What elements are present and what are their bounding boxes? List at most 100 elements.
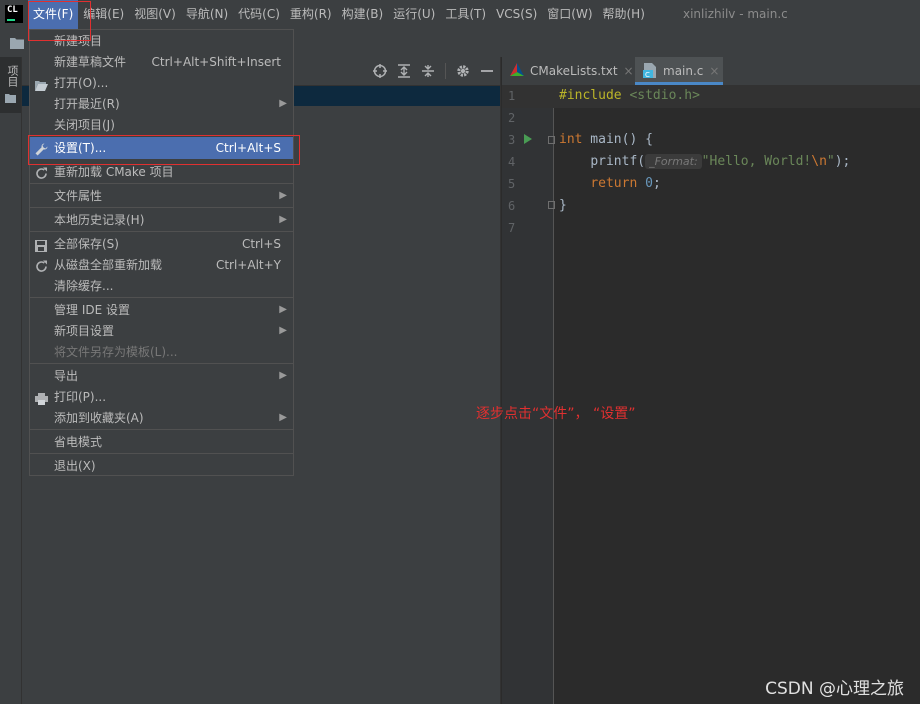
chevron-right-icon: ▶ [279, 412, 287, 423]
menu-item-label: 清除缓存... [54, 279, 114, 293]
menu-tools[interactable]: 工具(T) [440, 0, 491, 29]
gear-icon[interactable] [456, 64, 470, 78]
code-line-6: } [559, 198, 567, 213]
menu-item-new-project-settings[interactable]: 新项目设置 ▶ [30, 320, 293, 342]
menu-item-label: 文件属性 [54, 189, 103, 203]
menu-item-label: 管理 IDE 设置 [54, 303, 130, 317]
code-line-5: return 0; [590, 176, 661, 191]
menu-code[interactable]: 代码(C) [233, 0, 285, 29]
chevron-right-icon: ▶ [279, 214, 287, 225]
locate-icon[interactable] [373, 64, 387, 78]
line-number: 6 [508, 199, 516, 213]
menu-view[interactable]: 视图(V) [129, 0, 181, 29]
chevron-right-icon: ▶ [279, 325, 287, 336]
menu-window[interactable]: 窗口(W) [542, 0, 597, 29]
menu-item-manage-ide-settings[interactable]: 管理 IDE 设置 ▶ [30, 299, 293, 321]
menu-item-label: 从磁盘全部重新加载 [54, 258, 163, 272]
run-gutter-icon[interactable] [524, 134, 532, 144]
close-icon[interactable]: × [709, 64, 719, 78]
menu-item-new-scratch-file[interactable]: 新建草稿文件 Ctrl+Alt+Shift+Insert [30, 51, 293, 73]
menu-item-save-file-as-template: 将文件另存为模板(L)... [30, 341, 293, 363]
line-number: 7 [508, 221, 516, 235]
svg-text:C: C [645, 71, 650, 78]
collapse-all-icon[interactable] [421, 64, 435, 78]
menu-item-open[interactable]: 打开(O)... [30, 72, 293, 94]
code-line-3: int main() { [559, 132, 653, 147]
menu-separator [30, 363, 293, 364]
menu-item-label: 添加到收藏夹(A) [54, 411, 144, 425]
file-menu-dropdown: 新建项目 新建草稿文件 Ctrl+Alt+Shift+Insert 打开(O)... 打… [29, 29, 294, 476]
instruction-annotation: 逐步点击“文件”， “设置” [476, 406, 636, 422]
line-number: 5 [508, 177, 516, 191]
menu-separator [30, 231, 293, 232]
code-line-4: printf(_Format: "Hello, World!\n"); [590, 154, 851, 169]
menu-separator [30, 297, 293, 298]
menu-help[interactable]: 帮助(H) [598, 0, 650, 29]
menu-items: 文件(F) 编辑(E) 视图(V) 导航(N) 代码(C) 重构(R) 构建(B) 运行(U)… [28, 0, 650, 29]
menu-item-exit[interactable]: 退出(X) [30, 455, 293, 477]
menu-run[interactable]: 运行(U) [388, 0, 440, 29]
fold-marker-icon[interactable] [548, 136, 555, 144]
menu-item-close-project[interactable]: 关闭项目(J) [30, 114, 293, 136]
editor-tabs: CMakeLists.txt × C main.c × [502, 57, 920, 86]
fold-marker-icon[interactable] [548, 201, 555, 209]
highlight-box-file-menu [28, 1, 91, 41]
menu-item-open-recent[interactable]: 打开最近(R) ▶ [30, 93, 293, 115]
menu-build[interactable]: 构建(B) [337, 0, 389, 29]
menu-item-label: 关闭项目(J) [54, 118, 115, 132]
menu-item-label: 新项目设置 [54, 324, 115, 338]
tab-main-c-label: main.c [663, 64, 704, 78]
menu-item-label: 打开(O)... [54, 76, 109, 90]
tool-window-strip: 项目 [0, 57, 22, 704]
reload-icon [35, 165, 48, 187]
menu-item-add-to-favorites[interactable]: 添加到收藏夹(A) ▶ [30, 407, 293, 429]
chevron-right-icon: ▶ [279, 370, 287, 381]
menu-item-label: 打开最近(R) [54, 97, 120, 111]
tab-main-c[interactable]: C main.c × [635, 57, 723, 85]
menu-item-label: 退出(X) [54, 459, 96, 473]
tab-cmakelists-label: CMakeLists.txt [530, 64, 618, 78]
menu-item-label: 导出 [54, 369, 79, 383]
minimize-icon[interactable] [480, 64, 494, 78]
menu-separator [30, 429, 293, 430]
menu-item-file-properties[interactable]: 文件属性 ▶ [30, 185, 293, 207]
expand-all-icon[interactable] [397, 64, 411, 78]
menu-item-save-all[interactable]: 全部保存(S) Ctrl+S [30, 233, 293, 255]
menu-item-label: 全部保存(S) [54, 237, 119, 251]
close-icon[interactable]: × [624, 64, 634, 78]
menu-separator [30, 183, 293, 184]
watermark: CSDN @心理之旅 [765, 679, 904, 699]
menu-item-label: 打印(P)... [54, 390, 107, 404]
menu-item-shortcut: Ctrl+S [241, 237, 281, 251]
clion-logo-icon[interactable]: CL [5, 5, 23, 23]
menu-refactor[interactable]: 重构(R) [285, 0, 337, 29]
project-folder-icon [5, 94, 16, 103]
menu-separator [30, 207, 293, 208]
menu-item-reload-all-from-disk[interactable]: 从磁盘全部重新加载 Ctrl+Alt+Y [30, 254, 293, 276]
line-number: 1 [508, 89, 516, 103]
parameter-hint: _Format: [645, 154, 702, 169]
menu-navigate[interactable]: 导航(N) [181, 0, 233, 29]
menu-item-print[interactable]: 打印(P)... [30, 386, 293, 408]
line-number: 2 [508, 111, 516, 125]
project-tool-tab[interactable]: 项目 [0, 57, 21, 113]
menu-item-invalidate-caches[interactable]: 清除缓存... [30, 275, 293, 297]
folder-icon[interactable] [10, 37, 24, 49]
c-file-icon: C [643, 63, 656, 78]
cmake-icon [510, 63, 524, 76]
project-tool-tab-label: 项目 [6, 65, 19, 87]
menu-item-shortcut: Ctrl+Alt+Y [215, 258, 281, 272]
window-title: xinlizhilv - main.c [683, 7, 788, 21]
menu-item-power-save-mode[interactable]: 省电模式 [30, 431, 293, 453]
menu-item-local-history[interactable]: 本地历史记录(H) ▶ [30, 209, 293, 231]
menu-separator [30, 453, 293, 454]
code-line-1: #include <stdio.h> [559, 88, 700, 103]
line-number: 4 [508, 155, 516, 169]
chevron-right-icon: ▶ [279, 190, 287, 201]
menu-item-label: 本地历史记录(H) [54, 213, 145, 227]
menu-vcs[interactable]: VCS(S) [491, 0, 542, 29]
app-logo-text: CL [7, 5, 18, 15]
menu-item-shortcut: Ctrl+Alt+Shift+Insert [151, 55, 281, 69]
chevron-right-icon: ▶ [279, 304, 287, 315]
menu-item-export[interactable]: 导出 ▶ [30, 365, 293, 387]
